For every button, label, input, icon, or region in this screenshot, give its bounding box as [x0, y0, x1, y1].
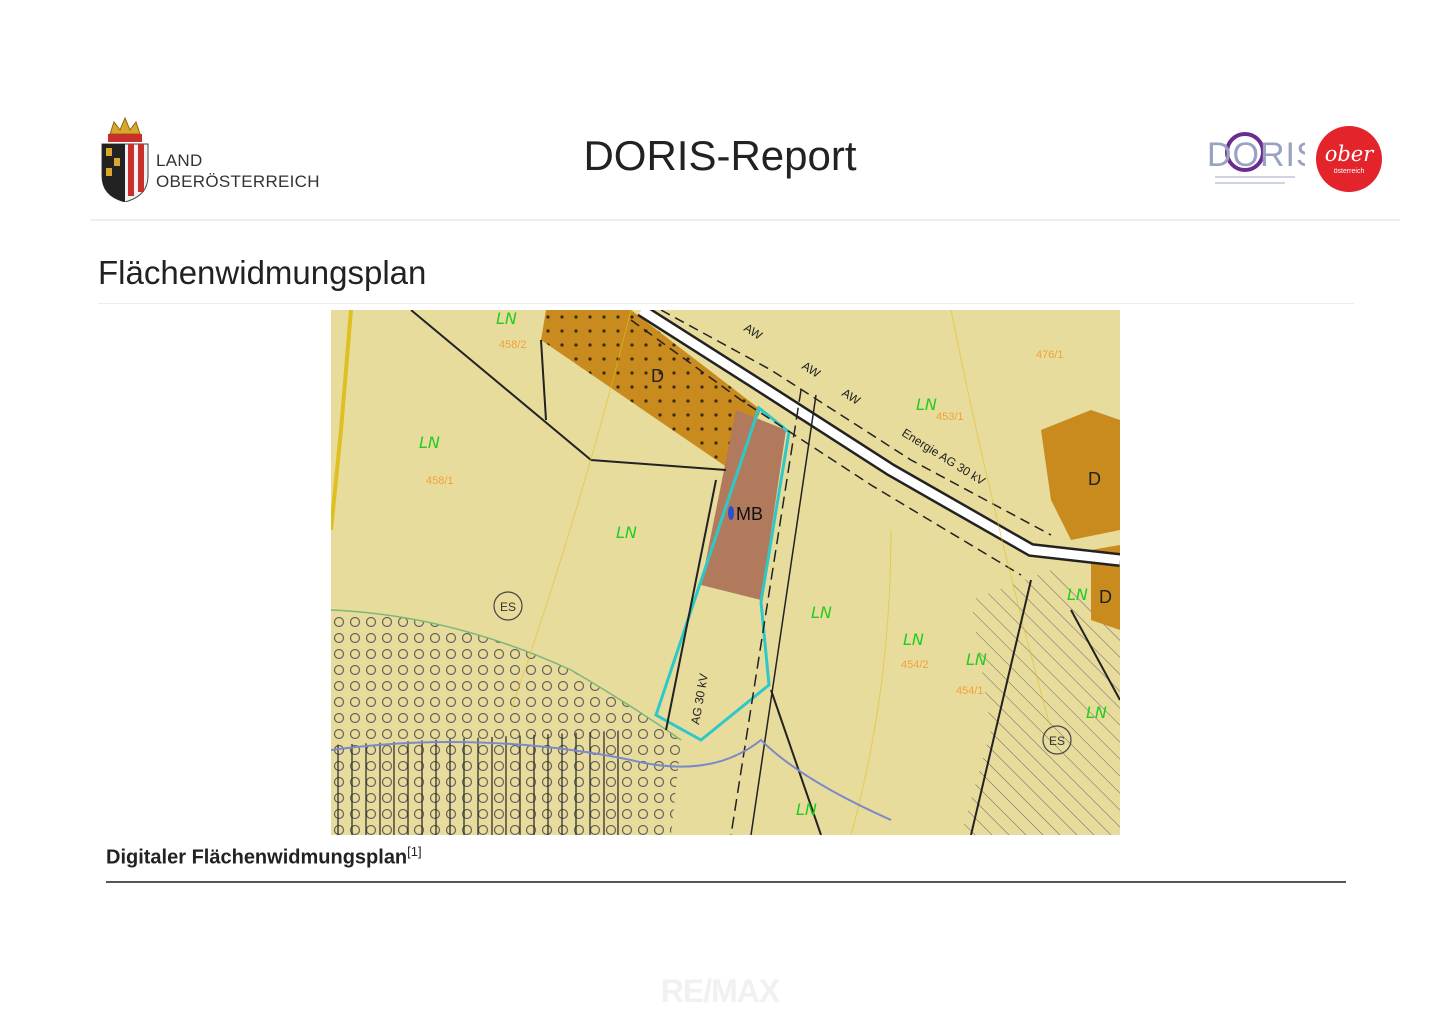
map-caption-text: Digitaler Flächenwidmungsplan — [106, 846, 408, 869]
doris-logo-wordmark: DORIS — [1207, 136, 1305, 174]
map-label-d: D — [651, 366, 664, 386]
footnote-reference[interactable]: [1] — [407, 844, 421, 859]
land-use-map: ES ES LN LN LN LN LN LN LN LN LN LN 458/… — [331, 310, 1120, 835]
doris-logo: DORIS — [1205, 126, 1319, 192]
map-label-ln: LN — [796, 800, 817, 819]
map-parcel-number: 454/1 — [956, 685, 984, 697]
map-label-ln: LN — [1067, 585, 1088, 604]
map-label-mb: MB — [736, 504, 763, 524]
map-label-ln: LN — [903, 630, 924, 649]
svg-text:ES: ES — [500, 600, 516, 614]
ober-logo-word: ober — [1324, 142, 1374, 166]
map-parcel-number: 458/2 — [499, 339, 527, 351]
remax-watermark: RE/MAX — [660, 973, 780, 1009]
map-label-d: D — [1099, 587, 1112, 607]
map-label-ln: LN — [966, 650, 987, 669]
section-title: Flächenwidmungsplan — [98, 254, 427, 291]
map-label-ln: LN — [916, 395, 937, 414]
map-label-ln: LN — [616, 523, 637, 542]
map-label-ln: LN — [419, 433, 440, 452]
map-label-d: D — [1088, 469, 1101, 489]
oberoesterreich-brand-logo: ober österreich — [1316, 126, 1382, 192]
section-divider — [98, 303, 1354, 304]
map-parcel-number: 454/2 — [901, 659, 929, 671]
ober-logo-subword: österreich — [1333, 168, 1365, 175]
map-parcel-number: 476/1 — [1036, 349, 1064, 361]
caption-divider — [106, 881, 1346, 883]
map-label-ln: LN — [496, 310, 517, 328]
svg-text:ES: ES — [1049, 734, 1065, 748]
map-parcel-number: 453/1 — [936, 411, 964, 423]
map-caption: Digitaler Flächenwidmungsplan[1] — [106, 844, 422, 870]
map-label-ln: LN — [1086, 703, 1107, 722]
map-label-ln: LN — [811, 603, 832, 622]
map-parcel-number: 458/1 — [426, 475, 454, 487]
header-divider — [90, 219, 1400, 221]
